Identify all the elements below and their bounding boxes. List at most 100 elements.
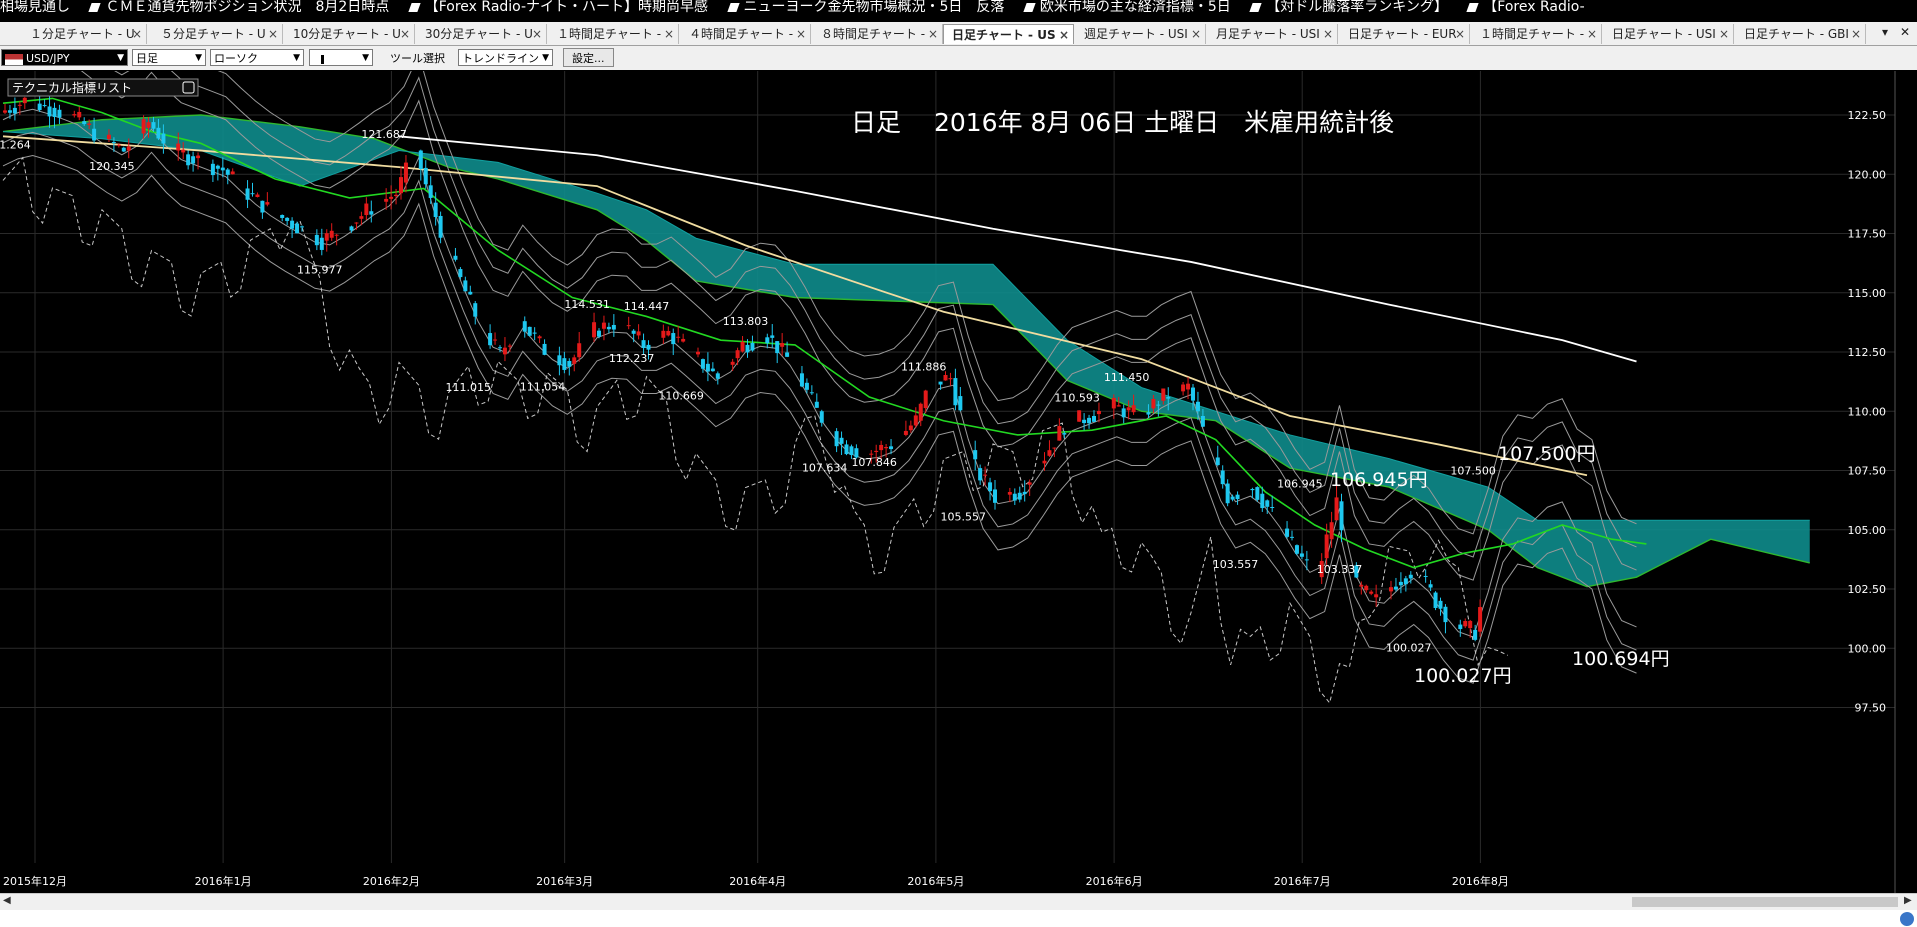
ticker-item[interactable]: 【Forex Radio-ナイト・ハート】時期尚早感	[408, 0, 708, 14]
candle-body	[1012, 493, 1017, 501]
tab-close-icon[interactable]: ×	[1059, 25, 1069, 44]
candle-body	[210, 163, 215, 176]
candle-body	[181, 149, 186, 153]
tab-close-icon[interactable]: ×	[400, 24, 410, 44]
scrollbar-thumb[interactable]	[1632, 897, 1898, 907]
ticker-item[interactable]: 欧米市場の主な経済指標・5日	[1023, 0, 1231, 14]
tab-close-icon[interactable]: ×	[1719, 24, 1729, 44]
tab-1min[interactable]: １分足チャート - U ×	[22, 24, 147, 44]
tab-daily-usdjpy[interactable]: 日足チャート - US ×	[943, 24, 1074, 44]
tab-30min[interactable]: 30分足チャート - U ×	[417, 24, 547, 44]
price-chart[interactable]: 123.672123.507121.687120.345121.264115.9…	[0, 71, 1917, 893]
candle-body	[1077, 410, 1082, 422]
symbol-select[interactable]: USD/JPY ▼	[1, 49, 128, 66]
candle-body	[750, 342, 755, 351]
period-select[interactable]: 日足 ▼	[132, 49, 206, 66]
ticker-bullet-icon	[88, 2, 102, 12]
tab-close-icon[interactable]: ×	[132, 24, 142, 44]
ticker-item[interactable]: 【対ドル騰落率ランキング】	[1249, 0, 1448, 14]
scroll-left-icon[interactable]: ◀	[3, 895, 11, 906]
candle-body	[557, 355, 562, 366]
tab-1hour-2[interactable]: １時間足チャート - ×	[1472, 24, 1602, 44]
tab-close-icon[interactable]: ×	[1455, 24, 1465, 44]
scroll-right-icon[interactable]: ▶	[1904, 895, 1912, 906]
tab-5min[interactable]: ５分足チャート - U ×	[153, 24, 283, 44]
candle-body	[126, 146, 131, 151]
candle-body	[1260, 493, 1265, 509]
tab-list-dropdown-icon[interactable]: ▾	[1882, 25, 1888, 39]
tool-select-label: ツール選択	[390, 52, 445, 65]
tab-close-icon[interactable]: ×	[268, 24, 278, 44]
candle-body	[250, 193, 255, 195]
candle-body	[918, 403, 923, 421]
candle-body	[522, 321, 527, 332]
candle-body	[562, 358, 567, 370]
candle-body	[1334, 497, 1339, 521]
x-tick-label: 2016年3月	[536, 874, 593, 888]
settings-button[interactable]: 設定...	[563, 48, 614, 67]
candle-body	[1166, 397, 1171, 399]
tab-close-icon[interactable]: ×	[1851, 24, 1861, 44]
tab-close-icon[interactable]: ×	[1323, 24, 1333, 44]
drawing-tool-select[interactable]: トレンドライン ▼	[458, 49, 553, 66]
x-tick-label: 2016年8月	[1452, 874, 1509, 888]
candle-body	[1270, 506, 1275, 508]
chart-style-select[interactable]: ローソク ▼	[210, 49, 304, 66]
candle-body	[1116, 405, 1121, 407]
candle-body	[22, 97, 27, 104]
chart-svg[interactable]: 123.672123.507121.687120.345121.264115.9…	[0, 71, 1917, 893]
ticker-item[interactable]: ＣＭＥ通貨先物ポジション状況 8月2日時点	[88, 0, 389, 14]
tab-daily-usd-2[interactable]: 日足チャート - USI ×	[1604, 24, 1734, 44]
tab-close-icon[interactable]: ×	[796, 24, 806, 44]
flag-icon	[5, 53, 23, 65]
tab-close-icon[interactable]: ×	[1191, 24, 1201, 44]
price-callout: 107.500円	[1498, 443, 1596, 465]
ticker-item[interactable]: 相場見通し	[0, 0, 70, 14]
tab-daily-eur[interactable]: 日足チャート - EUR ×	[1340, 24, 1470, 44]
y-tick-label: 115.00	[1848, 287, 1887, 300]
close-window-icon[interactable]: ✕	[1900, 25, 1910, 39]
price-point-label: 114.531	[564, 298, 610, 311]
candle-body	[1186, 383, 1191, 390]
candle-body	[1087, 417, 1092, 424]
tab-close-icon[interactable]: ×	[664, 24, 674, 44]
candle-body	[908, 425, 913, 431]
candle-body	[1339, 501, 1344, 531]
tab-daily-gbp[interactable]: 日足チャート - GBI ×	[1736, 24, 1866, 44]
candle-body	[661, 330, 666, 338]
tab-monthly[interactable]: 月足チャート - USI ×	[1208, 24, 1338, 44]
candle-style-select[interactable]: ▼	[309, 49, 373, 66]
tab-10min[interactable]: 10分足チャート - U ×	[285, 24, 415, 44]
tab-4hour[interactable]: ４時間足チャート - ×	[681, 24, 811, 44]
candle-body	[423, 167, 428, 185]
candle-body	[1443, 606, 1448, 623]
ticker-item[interactable]: 【Forex Radio-	[1466, 0, 1585, 14]
candle-body	[889, 446, 894, 450]
tab-close-icon[interactable]: ×	[928, 24, 938, 44]
news-ticker[interactable]: 相場見通し ＣＭＥ通貨先物ポジション状況 8月2日時点 【Forex Radio…	[0, 0, 1917, 16]
candle-body	[804, 382, 809, 390]
x-tick-label: 2016年4月	[729, 874, 786, 888]
price-point-label: 107.846	[851, 456, 897, 469]
tab-1hour[interactable]: １時間足チャート - ×	[549, 24, 679, 44]
candle-body	[1121, 408, 1126, 418]
candle-body	[1255, 487, 1260, 500]
ticker-item[interactable]: ニューヨーク金先物市場概況・5日 反落	[726, 0, 1004, 14]
horizontal-scrollbar[interactable]: ◀ ▶	[0, 893, 1917, 910]
candle-body	[17, 104, 22, 106]
candle-body	[1304, 559, 1309, 561]
candle-body	[468, 291, 473, 295]
candle-body	[1329, 522, 1334, 540]
tab-close-icon[interactable]: ×	[1587, 24, 1597, 44]
resize-grip-icon[interactable]	[1900, 912, 1914, 926]
candle-body	[191, 156, 196, 164]
price-point-label: 111.886	[901, 360, 947, 373]
ticker-bullet-icon	[726, 2, 740, 12]
candle-body	[1007, 492, 1012, 495]
tab-8hour[interactable]: ８時間足チャート - ×	[813, 24, 943, 44]
tab-close-icon[interactable]: ×	[532, 24, 542, 44]
tab-weekly[interactable]: 週足チャート - USI ×	[1076, 24, 1206, 44]
chevron-down-icon: ▼	[542, 53, 549, 63]
candle-body	[473, 303, 478, 317]
candle-body	[1092, 415, 1096, 422]
